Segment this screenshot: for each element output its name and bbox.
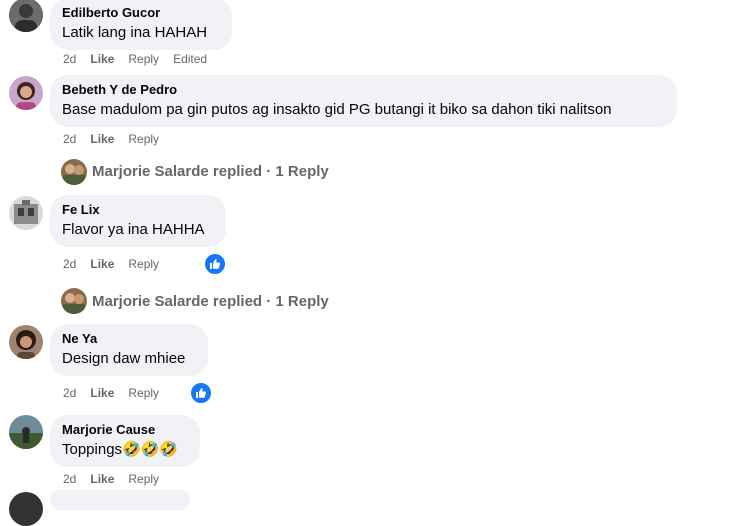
- comment-actions: 2d Like Reply: [63, 386, 159, 400]
- edited-label[interactable]: Edited: [173, 52, 207, 66]
- avatar[interactable]: [61, 159, 87, 185]
- comment-actions: 2d Like Reply: [63, 472, 159, 486]
- comment-text: Base madulom pa gin putos ag insakto gid…: [62, 101, 612, 118]
- thumbs-up-icon[interactable]: [203, 252, 227, 276]
- avatar[interactable]: [9, 196, 43, 230]
- comment-actions: 2d Like Reply Edited: [63, 52, 207, 66]
- avatar[interactable]: [61, 288, 87, 314]
- comment-time[interactable]: 2d: [63, 472, 76, 486]
- avatar[interactable]: [9, 76, 43, 110]
- comment-time[interactable]: 2d: [63, 257, 76, 271]
- like-button[interactable]: Like: [90, 132, 114, 146]
- avatar[interactable]: [9, 0, 43, 32]
- avatar[interactable]: [9, 325, 43, 359]
- comment-author[interactable]: Edilberto Gucor: [62, 5, 220, 21]
- comment-text: Flavor ya ina HAHHA: [62, 221, 205, 238]
- reply-button[interactable]: Reply: [128, 132, 159, 146]
- reply-button[interactable]: Reply: [128, 257, 159, 271]
- comment-bubble: Bebeth Y de Pedro Base madulom pa gin pu…: [50, 75, 677, 127]
- comment-author[interactable]: Marjorie Cause: [62, 422, 188, 438]
- comment-author[interactable]: Fe Lix: [62, 202, 214, 218]
- avatar[interactable]: [9, 492, 43, 526]
- comment-author[interactable]: Bebeth Y de Pedro: [62, 82, 665, 98]
- like-button[interactable]: Like: [90, 472, 114, 486]
- comment-text: Toppings🤣🤣🤣: [62, 441, 179, 458]
- comment-time[interactable]: 2d: [63, 132, 76, 146]
- comment-bubble: [50, 490, 190, 510]
- comment-text: Design daw mhiee: [62, 350, 186, 367]
- like-button[interactable]: Like: [90, 257, 114, 271]
- like-button[interactable]: Like: [90, 52, 114, 66]
- like-button[interactable]: Like: [90, 386, 114, 400]
- comment-bubble: Marjorie Cause Toppings🤣🤣🤣: [50, 415, 200, 467]
- view-replies-link[interactable]: Marjorie Salarde replied · 1 Reply: [92, 293, 329, 310]
- view-replies-link[interactable]: Marjorie Salarde replied · 1 Reply: [92, 163, 329, 180]
- reply-button[interactable]: Reply: [128, 472, 159, 486]
- reply-button[interactable]: Reply: [128, 52, 159, 66]
- comment-actions: 2d Like Reply: [63, 257, 159, 271]
- comment-time[interactable]: 2d: [63, 52, 76, 66]
- comment-bubble: Ne Ya Design daw mhiee: [50, 324, 208, 376]
- avatar[interactable]: [9, 415, 43, 449]
- comment-time[interactable]: 2d: [63, 386, 76, 400]
- comment-actions: 2d Like Reply: [63, 132, 159, 146]
- thumbs-up-icon[interactable]: [189, 381, 213, 405]
- comment-bubble: Edilberto Gucor Latik lang ina HAHAH: [50, 0, 232, 50]
- reply-button[interactable]: Reply: [128, 386, 159, 400]
- comment-author[interactable]: Ne Ya: [62, 331, 196, 347]
- comment-bubble: Fe Lix Flavor ya ina HAHHA: [50, 195, 226, 247]
- comment-text: Latik lang ina HAHAH: [62, 24, 208, 41]
